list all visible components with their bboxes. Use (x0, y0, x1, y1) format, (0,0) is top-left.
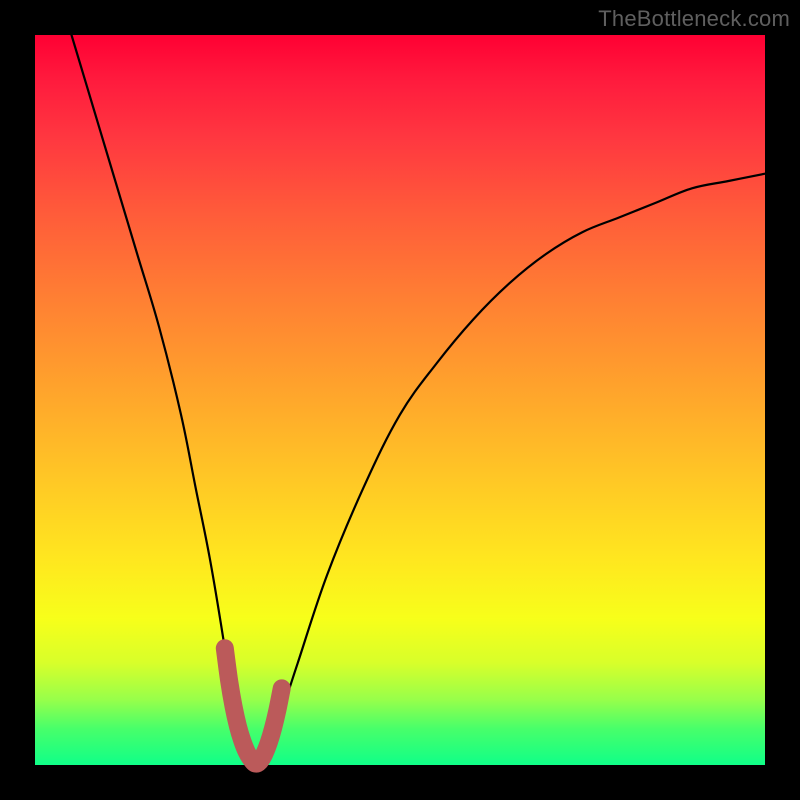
chart-stage: TheBottleneck.com (0, 0, 800, 800)
plot-area (35, 35, 765, 765)
curve-layer (35, 35, 765, 765)
bottleneck-curve (72, 35, 766, 765)
optimal-range-marker (225, 648, 282, 763)
attribution-watermark: TheBottleneck.com (598, 6, 790, 32)
